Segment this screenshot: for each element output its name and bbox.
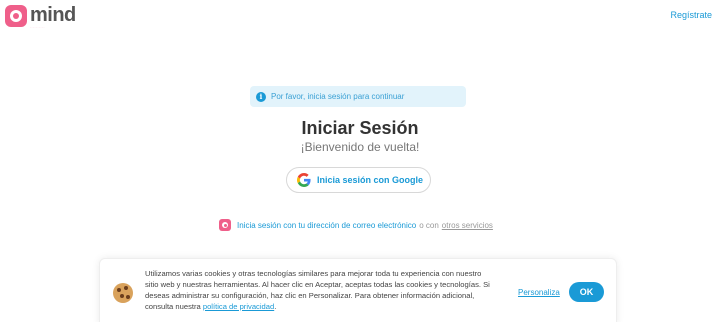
cookie-text: Utilizamos varias cookies y otras tecnol… [145, 268, 495, 312]
other-services-link[interactable]: otros servicios [442, 221, 493, 230]
google-login-button[interactable]: Inicia sesión con Google [286, 167, 431, 193]
page-title: Iniciar Sesión [301, 118, 419, 138]
info-icon: i [256, 91, 266, 102]
alternative-login-row: Inicia sesión con tu dirección de correo… [219, 219, 493, 231]
personalize-link[interactable]: Personaliza [518, 288, 560, 297]
login-required-alert: i Por favor, inicia sesión para continua… [250, 86, 466, 107]
logo-tagline: ·········· [30, 25, 45, 29]
cookie-icon [113, 283, 133, 303]
logo-wordmark: mind [30, 4, 76, 26]
page-subtitle: ¡Bienvenido de vuelta! [300, 140, 420, 154]
cookie-text-end: . [274, 302, 277, 311]
google-login-label: Inicia sesión con Google [317, 175, 424, 185]
register-link[interactable]: Regístrate [670, 10, 712, 20]
mind-icon [219, 219, 231, 231]
alert-text: Por favor, inicia sesión para continuar [271, 92, 405, 101]
mind-logo[interactable]: mind ·········· [5, 5, 76, 29]
email-login-link[interactable]: Inicia sesión con tu dirección de correo… [237, 221, 416, 230]
or-text: o con [419, 220, 439, 230]
privacy-policy-link[interactable]: política de privacidad [203, 302, 274, 311]
mind-logo-icon [5, 5, 27, 27]
cookie-message: Utilizamos varias cookies y otras tecnol… [145, 269, 490, 311]
google-icon [297, 173, 311, 187]
ok-button[interactable]: OK [569, 282, 604, 302]
cookie-banner: Utilizamos varias cookies y otras tecnol… [99, 258, 617, 322]
